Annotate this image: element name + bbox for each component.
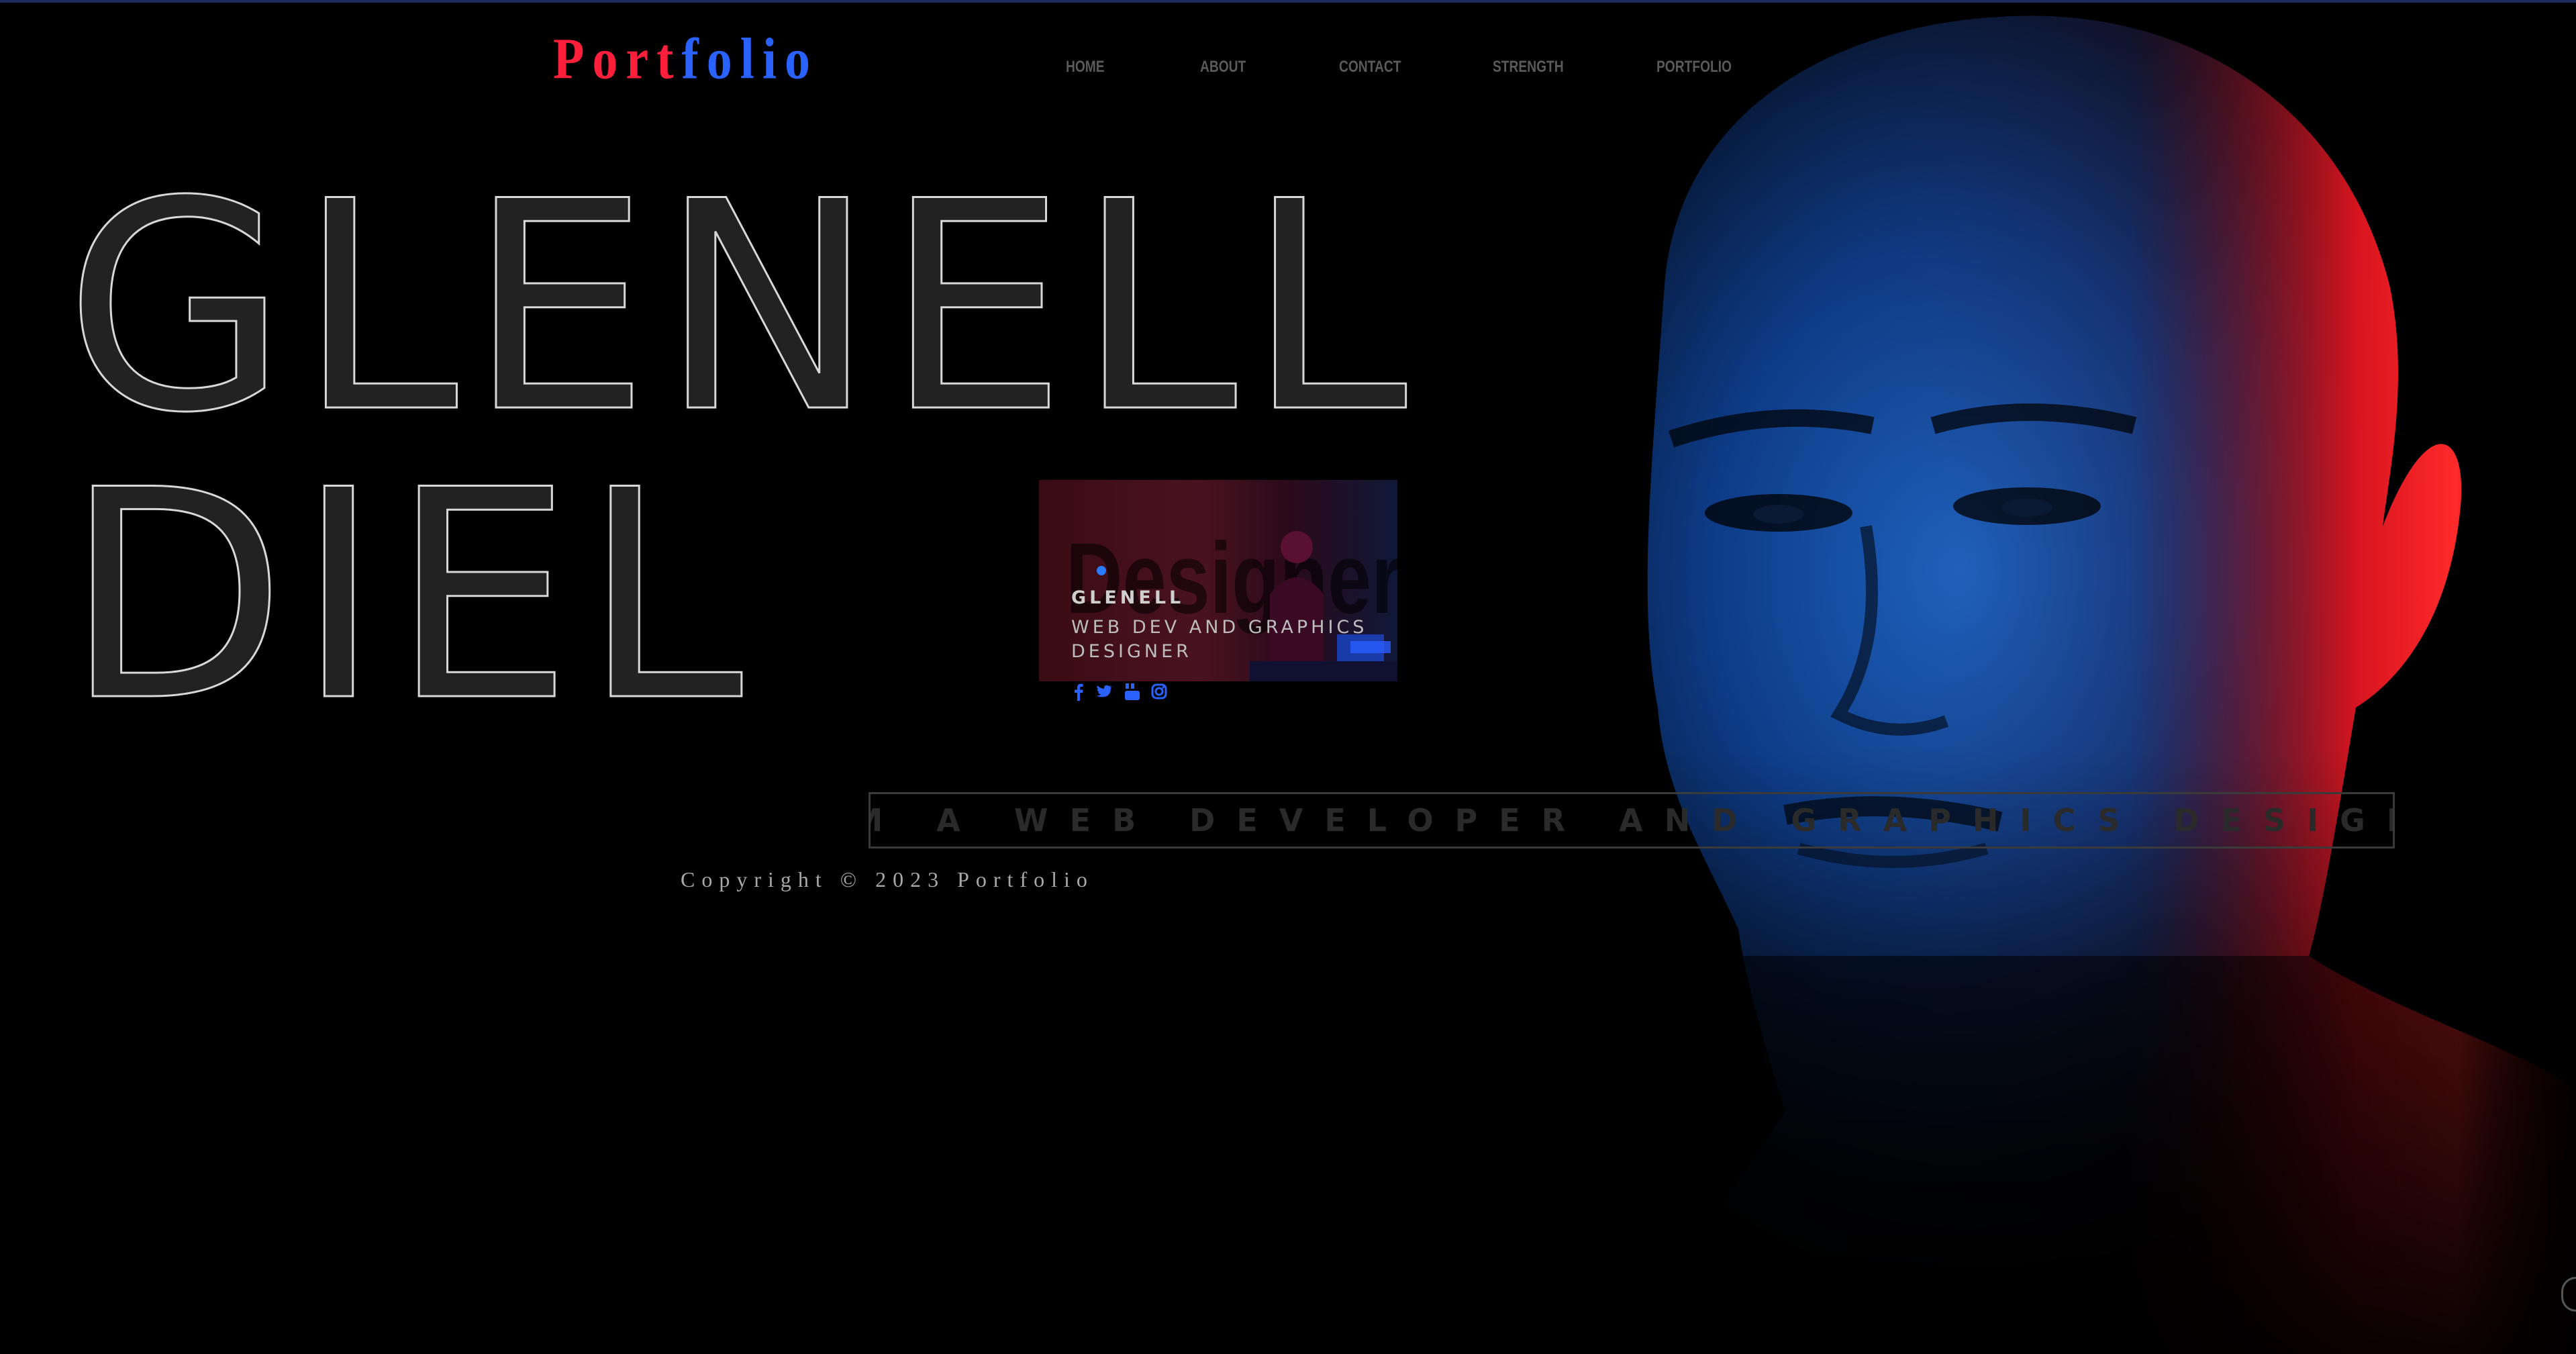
logo-part-red: Port — [553, 26, 682, 91]
site-logo[interactable]: Portfolio — [553, 30, 818, 88]
profile-card: Designer GLENELL WEB DEV AND GRAPHICS DE… — [1039, 480, 1397, 681]
nav-contact[interactable]: CONTACT — [1339, 58, 1401, 77]
nav-home[interactable]: HOME — [1066, 58, 1105, 77]
tagline-banner: I AM A WEB DEVELOPER AND GRAPHICS DESIGN… — [869, 792, 2395, 849]
hero-portrait-image — [1584, 3, 2576, 1354]
card-role: WEB DEV AND GRAPHICS DESIGNER — [1071, 617, 1368, 662]
twitter-icon[interactable] — [1095, 681, 1113, 702]
card-accent-dot — [1097, 566, 1106, 575]
youtube-icon[interactable] — [1124, 681, 1141, 702]
portfolio-page: Portfolio HOME ABOUT CONTACT STRENGTH PO… — [0, 0, 2576, 1354]
facebook-icon[interactable] — [1070, 681, 1087, 702]
logo-part-blue: folio — [681, 26, 819, 91]
instagram-icon[interactable] — [1150, 681, 1168, 702]
hero-first-name: GLENELL — [64, 140, 1417, 476]
nav-about[interactable]: ABOUT — [1200, 58, 1246, 77]
card-name: GLENELL — [1071, 587, 1185, 608]
nav-portfolio[interactable]: PORTFOLIO — [1656, 58, 1732, 77]
copyright-text: Copyright © 2023 Portfolio — [681, 867, 1094, 891]
nav-strength[interactable]: STRENGTH — [1493, 58, 1564, 77]
